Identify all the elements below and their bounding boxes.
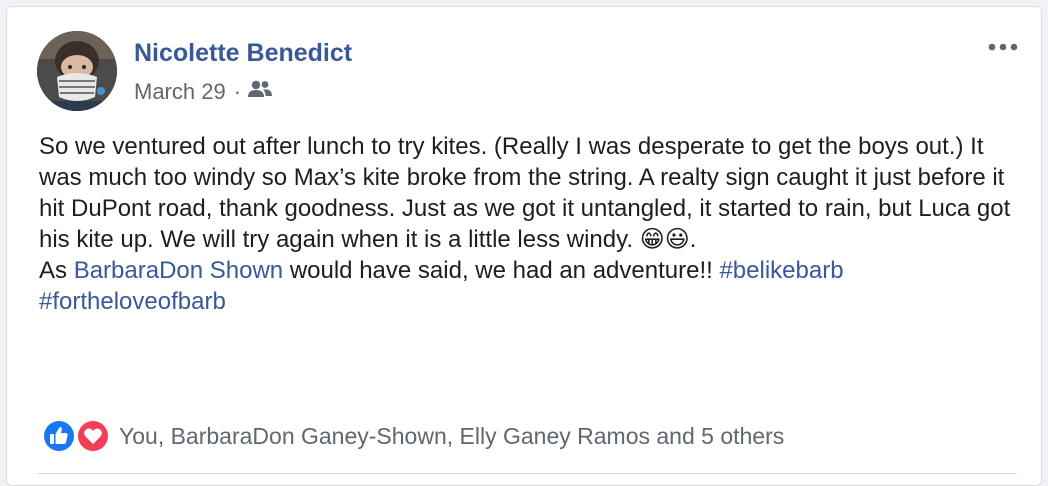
- post-body: So we ventured out after lunch to try ki…: [39, 131, 1029, 317]
- friends-icon[interactable]: [247, 79, 273, 105]
- divider: [37, 473, 1017, 474]
- grin-emoji: 😁: [639, 225, 665, 253]
- post-text: So we ventured out after lunch to try ki…: [39, 133, 1011, 253]
- avatar[interactable]: [37, 31, 117, 111]
- reactions-bar[interactable]: You, BarbaraDon Ganey-Shown, Elly Ganey …: [37, 417, 784, 455]
- smile-emoji: 😃: [664, 225, 690, 253]
- reaction-icons[interactable]: [37, 417, 115, 455]
- post-paragraph-2: As BarbaraDon Shown would have said, we …: [39, 255, 1029, 317]
- like-icon: [42, 419, 76, 453]
- post-text-end: .: [689, 226, 697, 253]
- love-icon: [76, 419, 110, 453]
- author-name[interactable]: Nicolette Benedict: [134, 39, 352, 68]
- mention-link[interactable]: BarbaraDon Shown: [74, 257, 283, 284]
- post-text-prefix: As: [39, 257, 74, 284]
- more-options-icon[interactable]: [985, 37, 1021, 57]
- meta-separator: ·: [233, 79, 242, 104]
- post-paragraph: So we ventured out after lunch to try ki…: [39, 131, 1029, 255]
- post-card: Nicolette Benedict March 29 · So we vent…: [6, 6, 1042, 486]
- reaction-summary[interactable]: You, BarbaraDon Ganey-Shown, Elly Ganey …: [119, 423, 784, 450]
- hashtag-link-belikebarb[interactable]: #belikebarb: [719, 257, 843, 284]
- post-meta: March 29 ·: [134, 79, 273, 105]
- post-text-middle: would have said, we had an adventure!!: [283, 257, 720, 284]
- hashtag-link-fortheloveofbarb[interactable]: #fortheloveofbarb: [39, 288, 226, 315]
- post-date[interactable]: March 29: [134, 79, 226, 105]
